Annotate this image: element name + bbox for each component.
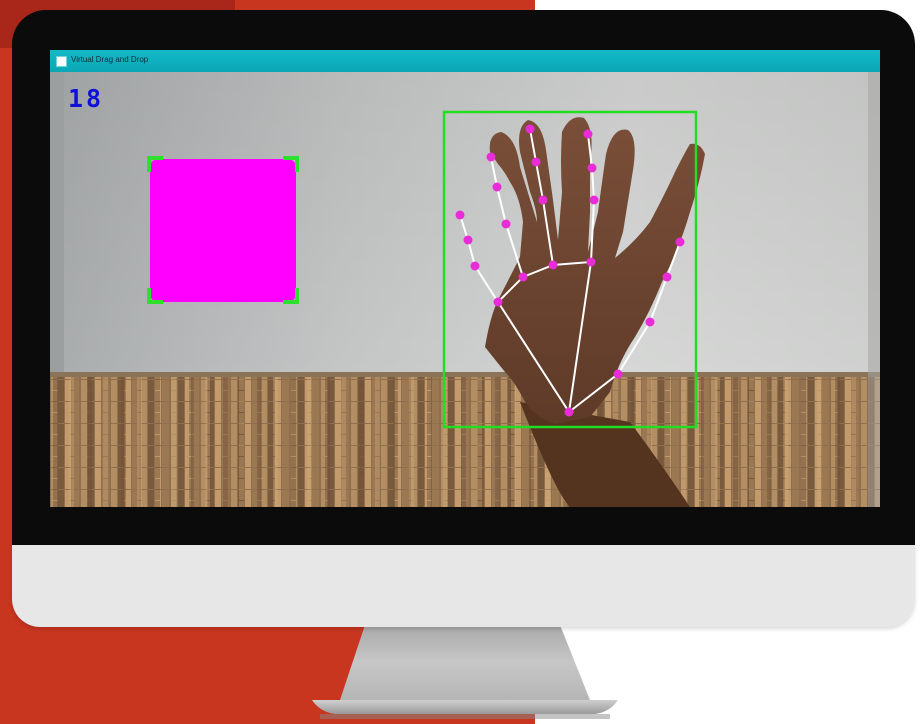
landmark-point xyxy=(589,195,599,205)
landmark-point xyxy=(613,369,623,379)
title-bar[interactable]: Virtual Drag and Drop xyxy=(50,50,880,72)
app-icon xyxy=(56,56,67,67)
landmark-point xyxy=(492,182,502,192)
landmark-point xyxy=(463,235,473,245)
landmark-point xyxy=(662,272,672,282)
monitor-chin xyxy=(12,545,915,627)
landmark-point xyxy=(645,317,655,327)
draggable-square[interactable] xyxy=(147,156,299,304)
landmark-point xyxy=(548,260,558,270)
landmark-point xyxy=(493,297,503,307)
landmark-point xyxy=(587,163,597,173)
landmark-point xyxy=(675,237,685,247)
landmark-point xyxy=(501,219,511,229)
landmark-point xyxy=(525,124,535,134)
fps-counter: 18 xyxy=(68,84,105,113)
window-title: Virtual Drag and Drop xyxy=(71,55,149,64)
landmark-wrist xyxy=(564,407,574,417)
landmark-point xyxy=(486,152,496,162)
landmark-point xyxy=(518,272,528,282)
landmark-point xyxy=(583,129,593,139)
camera-feed[interactable] xyxy=(50,72,880,507)
landmark-point xyxy=(531,157,541,167)
app-window: Virtual Drag and Drop 18 xyxy=(50,50,880,507)
landmark-point xyxy=(586,257,596,267)
landmark-point xyxy=(455,210,465,220)
landmark-point xyxy=(538,195,548,205)
landmark-point xyxy=(470,261,480,271)
